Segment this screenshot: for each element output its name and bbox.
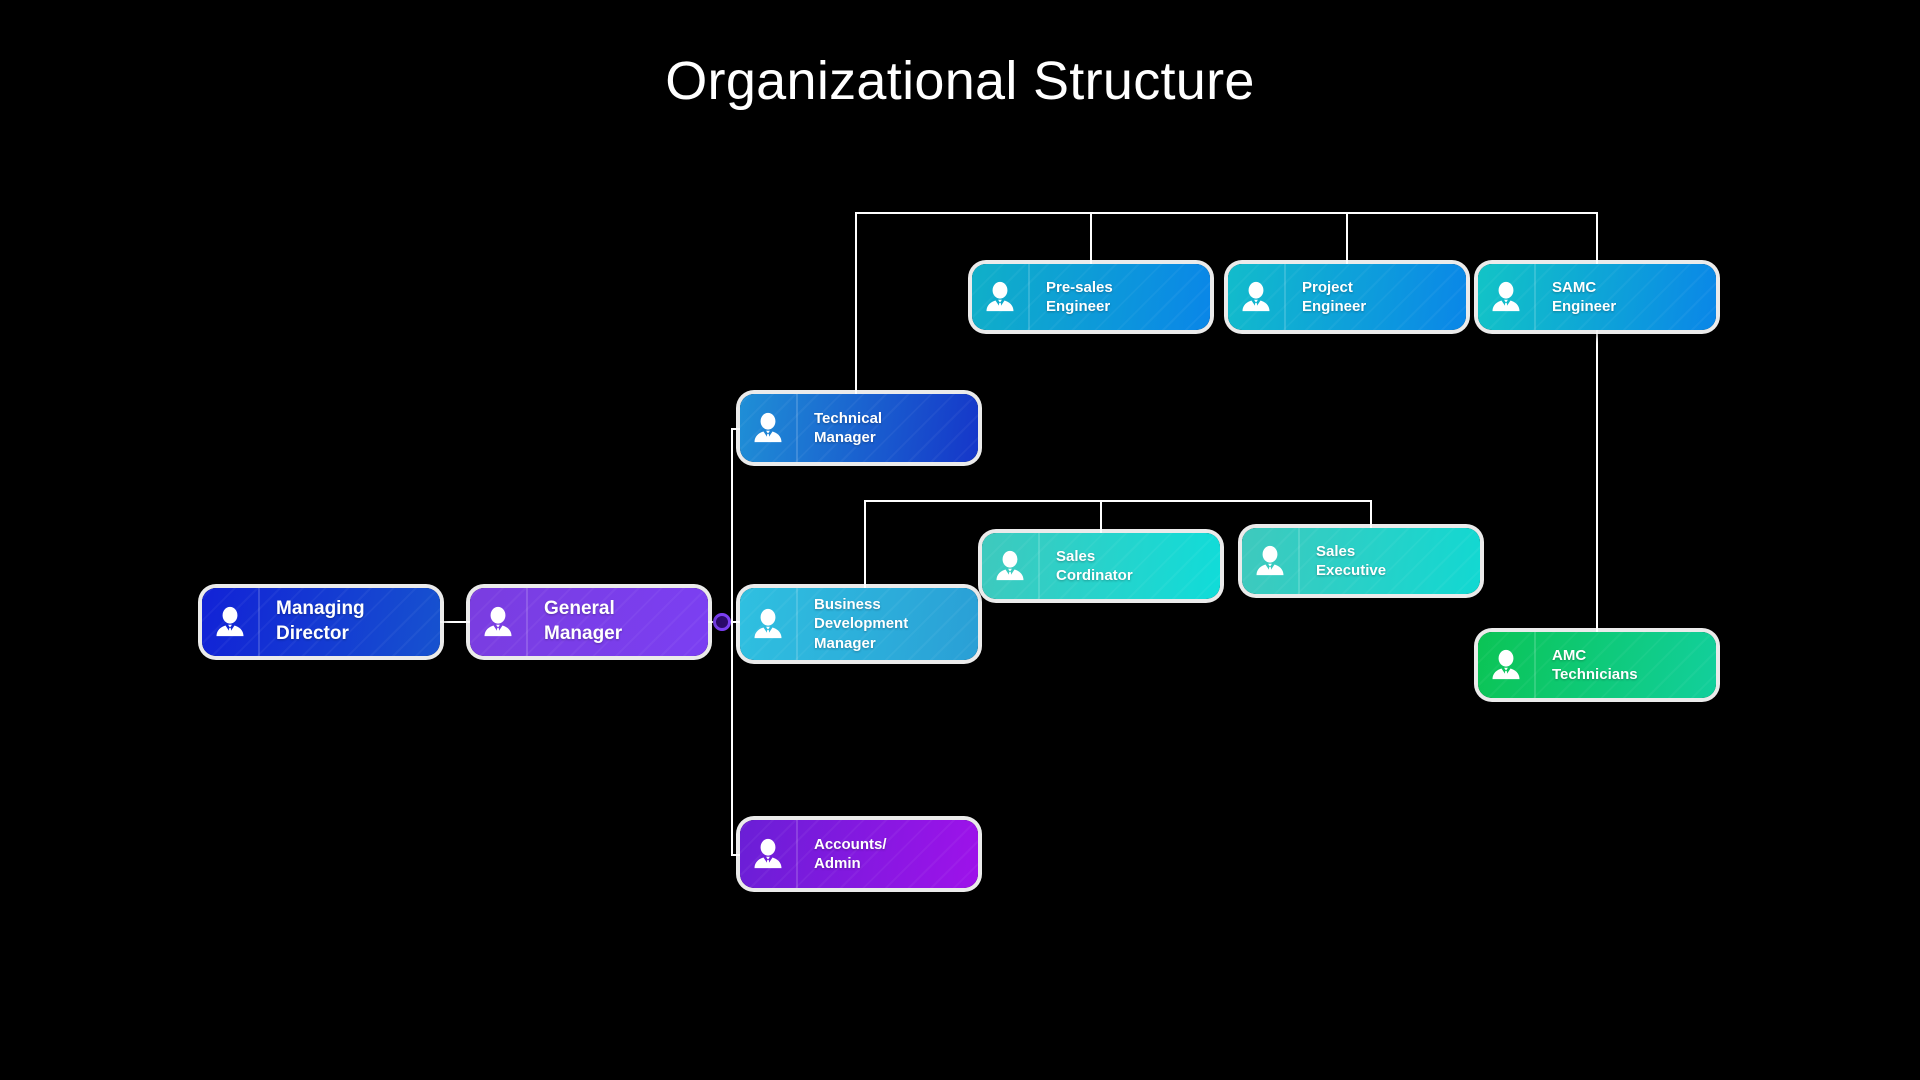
person-avatar-icon <box>972 264 1030 330</box>
person-avatar-icon <box>1478 264 1536 330</box>
connector-md-to-gm <box>440 621 470 623</box>
person-avatar-icon <box>470 588 528 656</box>
connector-bd-riser <box>864 500 866 588</box>
org-node-pre-sales-engineer[interactable]: Pre-sales Engineer <box>972 264 1210 330</box>
connector-gm-to-trunk <box>708 621 732 623</box>
org-node-project-engineer[interactable]: Project Engineer <box>1228 264 1466 330</box>
person-avatar-icon <box>740 394 798 462</box>
connector-drop-pre-sales <box>1090 212 1092 264</box>
org-node-sales-cordinator[interactable]: Sales Cordinator <box>982 533 1220 599</box>
connector-main-trunk <box>731 428 733 854</box>
org-node-amc-technicians[interactable]: AMC Technicians <box>1478 632 1716 698</box>
person-avatar-icon <box>1228 264 1286 330</box>
person-avatar-icon <box>982 533 1040 599</box>
org-node-general-manager[interactable]: General Manager <box>470 588 708 656</box>
org-node-technical-manager[interactable]: Technical Manager <box>740 394 978 462</box>
connector-drop-sales-cordinator <box>1100 500 1102 533</box>
connector-tech-riser <box>855 212 857 394</box>
org-node-label-sales-executive: Sales Executive <box>1316 542 1387 579</box>
org-node-label-sales-cordinator: Sales Cordinator <box>1056 547 1133 584</box>
org-node-managing-director[interactable]: Managing Director <box>202 588 440 656</box>
person-avatar-icon <box>202 588 260 656</box>
person-avatar-icon <box>1242 528 1300 594</box>
org-node-label-business-development-manager: Business Development Manager <box>814 596 909 652</box>
person-avatar-icon <box>1478 632 1536 698</box>
connector-drop-project <box>1346 212 1348 264</box>
org-node-label-amc-technicians: AMC Technicians <box>1552 646 1638 683</box>
org-node-label-technical-manager: Technical Manager <box>814 409 883 446</box>
org-node-label-general-manager: General Manager <box>544 598 623 644</box>
person-avatar-icon <box>740 588 798 660</box>
connector-drop-sales-executive <box>1370 500 1372 528</box>
org-node-label-samc-engineer: SAMC Engineer <box>1552 278 1617 315</box>
general-manager-junction-dot <box>713 613 731 631</box>
connector-layer <box>0 0 1920 1080</box>
page-title: Organizational Structure <box>665 51 1255 111</box>
org-node-label-project-engineer: Project Engineer <box>1302 278 1367 315</box>
connector-sales-bus <box>864 500 1371 502</box>
person-avatar-icon <box>740 820 798 888</box>
org-node-accounts-admin[interactable]: Accounts/ Admin <box>740 820 978 888</box>
org-node-label-pre-sales-engineer: Pre-sales Engineer <box>1046 278 1113 315</box>
org-node-samc-engineer[interactable]: SAMC Engineer <box>1478 264 1716 330</box>
org-node-label-accounts-admin: Accounts/ Admin <box>814 835 887 872</box>
org-node-label-managing-director: Managing Director <box>276 598 365 644</box>
org-chart-canvas: Organizational Structure Managing Direct… <box>0 0 1920 1080</box>
org-node-business-development-manager[interactable]: Business Development Manager <box>740 588 978 660</box>
connector-drop-samc <box>1596 212 1598 264</box>
org-node-sales-executive[interactable]: Sales Executive <box>1242 528 1480 594</box>
connector-samc-to-amc <box>1596 330 1598 632</box>
connector-top-bus <box>855 212 1596 214</box>
